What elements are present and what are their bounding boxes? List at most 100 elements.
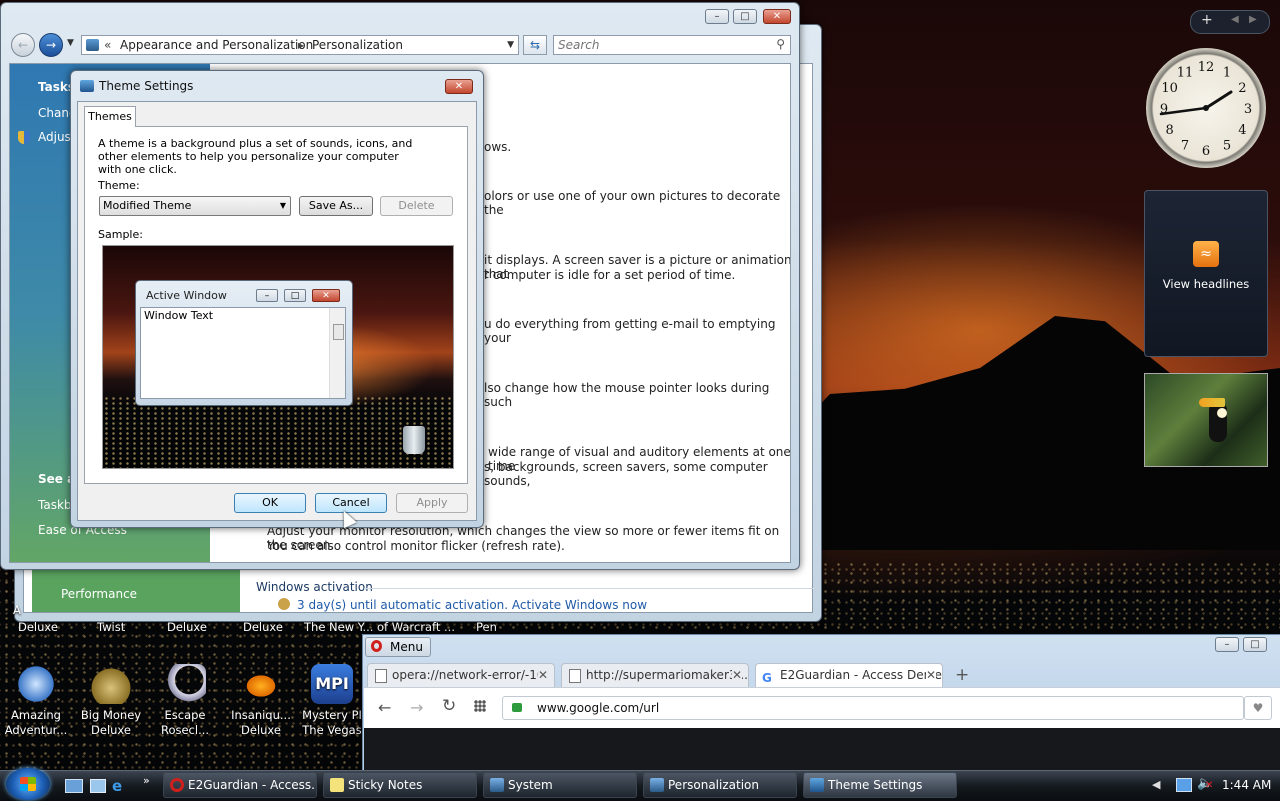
taskbar-button-theme-settings[interactable]: Theme Settings bbox=[803, 772, 957, 798]
apply-button[interactable]: Apply bbox=[396, 493, 468, 513]
breadcrumb-personalization[interactable]: Personalization bbox=[312, 36, 403, 54]
clock-gadget[interactable]: 12 1 2 3 4 5 6 7 8 9 10 11 bbox=[1146, 48, 1266, 168]
tray-expand-icon[interactable]: ◀ bbox=[1152, 778, 1160, 791]
reload-icon[interactable]: ↻ bbox=[442, 696, 456, 716]
desktop-icon-escape-rosecliff[interactable]: Escape Rosecl... bbox=[147, 664, 223, 738]
desktop-icon-label[interactable]: Deluxe bbox=[167, 620, 207, 634]
desktop-icon-big-money[interactable]: Big Money Deluxe bbox=[73, 664, 149, 738]
sample-window-text: Window Text bbox=[144, 309, 214, 322]
desktop-icon-label[interactable]: of Warcraft ... bbox=[377, 620, 455, 634]
network-icon[interactable] bbox=[1176, 778, 1192, 792]
dialog-close-button[interactable]: ✕ bbox=[445, 79, 473, 94]
money-bag-icon bbox=[90, 664, 132, 704]
clock-numeral: 1 bbox=[1223, 66, 1231, 81]
desktop-icon-label[interactable]: A bbox=[13, 603, 21, 617]
control-panel-icon bbox=[86, 39, 99, 51]
taskbar-button-e2guardian[interactable]: E2Guardian - Access... bbox=[163, 772, 317, 798]
slideshow-gadget[interactable] bbox=[1144, 373, 1268, 467]
next-gadgets-icon[interactable]: ▶ bbox=[1249, 14, 1257, 25]
forward-arrow-icon[interactable]: → bbox=[410, 698, 423, 717]
prev-gadgets-icon[interactable]: ◀ bbox=[1231, 14, 1239, 25]
desktop-icon-label[interactable]: Deluxe bbox=[243, 620, 283, 634]
delete-button[interactable]: Delete bbox=[380, 196, 453, 216]
bookmark-button[interactable]: ♥ bbox=[1244, 696, 1272, 720]
desktop-icon-label[interactable]: Deluxe bbox=[18, 620, 58, 634]
url-text: www.google.com/url bbox=[537, 701, 660, 715]
tab-supermariomaker[interactable]: http://supermariomaker3... ✕ bbox=[561, 663, 749, 687]
recent-pages-dropdown-icon[interactable]: ▼ bbox=[67, 38, 74, 48]
opera-menu-button[interactable]: Menu bbox=[365, 637, 431, 657]
feed-headlines-gadget[interactable]: ≈ View headlines bbox=[1144, 190, 1268, 357]
new-tab-icon[interactable]: + bbox=[955, 665, 969, 685]
sidebar-controls: + ◀ ▶ bbox=[1190, 10, 1270, 34]
activation-heading: Windows activation bbox=[256, 580, 373, 594]
maximize-button[interactable]: □ bbox=[733, 9, 757, 24]
desktop-icon-amazing-adventures[interactable]: Amazing Adventur... bbox=[0, 664, 74, 738]
chevron-down-icon: ▼ bbox=[279, 201, 286, 210]
taskbar-button-personalization[interactable]: Personalization bbox=[643, 772, 797, 798]
clock-numeral: 5 bbox=[1223, 138, 1231, 153]
tab-e2guardian[interactable]: G E2Guardian - Access Denie ✕ bbox=[755, 663, 943, 687]
forward-button[interactable]: → bbox=[39, 33, 63, 57]
sidebar-link-performance[interactable]: Performance bbox=[61, 587, 137, 601]
refresh-button[interactable]: ⇆ bbox=[523, 35, 547, 55]
desktop-icon-label[interactable]: The New Y... bbox=[304, 620, 373, 634]
desktop-icon-label[interactable]: Pen bbox=[476, 620, 497, 634]
save-as-button[interactable]: Save As... bbox=[299, 196, 373, 216]
view-headlines-link[interactable]: View headlines bbox=[1145, 277, 1267, 291]
switch-windows-icon[interactable] bbox=[90, 779, 106, 793]
search-box[interactable]: ⚲ bbox=[553, 35, 791, 55]
clock-numeral: 4 bbox=[1238, 123, 1246, 138]
browser-minimize-button[interactable]: – bbox=[1215, 637, 1239, 652]
close-tab-icon[interactable]: ✕ bbox=[731, 664, 742, 686]
add-gadget-icon[interactable]: + bbox=[1201, 12, 1213, 28]
breadcrumb-appearance[interactable]: Appearance and Personalization bbox=[120, 36, 313, 54]
back-arrow-icon[interactable]: ← bbox=[378, 698, 391, 717]
desktop-icon-label[interactable]: Twist bbox=[97, 620, 125, 634]
desktop-icon-insaniquarium[interactable]: Insaniqu... Deluxe bbox=[223, 664, 299, 738]
page-icon bbox=[569, 669, 581, 683]
desktop-icon-line1: Insaniqu... bbox=[231, 708, 291, 722]
address-field[interactable]: www.google.com/url bbox=[502, 696, 1244, 720]
dialog-body: Themes A theme is a background plus a se… bbox=[77, 101, 477, 521]
taskbar-button-label: Personalization bbox=[668, 778, 759, 792]
taskbar-button-label: E2Guardian - Access... bbox=[188, 778, 317, 792]
sample-minimize: – bbox=[256, 289, 278, 302]
address-bar[interactable]: « Appearance and Personalization ▸ Perso… bbox=[81, 35, 519, 55]
theme-settings-icon bbox=[80, 80, 94, 92]
tab-themes[interactable]: Themes bbox=[84, 106, 136, 127]
system-icon bbox=[490, 778, 504, 792]
desktop-icon-line2: Adventur... bbox=[4, 723, 68, 737]
minimize-button[interactable]: – bbox=[705, 9, 729, 24]
close-button[interactable]: ✕ bbox=[763, 9, 791, 24]
refresh-icon: ⇆ bbox=[529, 38, 541, 52]
theme-select[interactable]: Modified Theme ▼ bbox=[99, 196, 291, 216]
windows-logo-icon bbox=[20, 777, 36, 791]
taskbar-button-sticky-notes[interactable]: Sticky Notes bbox=[323, 772, 477, 798]
taskbar-button-system[interactable]: System bbox=[483, 772, 637, 798]
lock-icon bbox=[512, 703, 522, 712]
start-button[interactable] bbox=[6, 768, 50, 800]
close-tab-icon[interactable]: ✕ bbox=[537, 664, 548, 686]
opera-browser-window[interactable]: Menu – □ opera://network-error/-10 ✕ http… bbox=[362, 634, 1280, 772]
quick-launch-overflow-icon[interactable]: » bbox=[143, 774, 150, 787]
sample-label: Sample: bbox=[98, 228, 143, 241]
tab-network-error[interactable]: opera://network-error/-10 ✕ bbox=[367, 663, 555, 687]
theme-settings-dialog[interactable]: Theme Settings ✕ Themes A theme is a bac… bbox=[70, 70, 484, 528]
tab-title: E2Guardian - Access Denie bbox=[780, 668, 942, 682]
browser-maximize-button[interactable]: □ bbox=[1243, 637, 1267, 652]
show-desktop-icon[interactable] bbox=[65, 779, 83, 793]
back-button[interactable]: ← bbox=[11, 33, 35, 57]
close-tab-icon[interactable]: ✕ bbox=[925, 664, 936, 686]
internet-explorer-icon[interactable]: e bbox=[112, 777, 122, 795]
toucan-throat bbox=[1217, 408, 1227, 418]
search-icon[interactable]: ⚲ bbox=[776, 37, 785, 51]
chevron-down-icon[interactable]: ▼ bbox=[507, 36, 514, 54]
clock-time[interactable]: 1:44 AM bbox=[1222, 778, 1271, 792]
search-input[interactable] bbox=[558, 37, 758, 53]
ok-button[interactable]: OK bbox=[234, 493, 306, 513]
desktop-icon-line2: Deluxe bbox=[91, 723, 131, 737]
speed-dial-grid-icon[interactable] bbox=[474, 700, 486, 712]
content-line: You can also control monitor flicker (re… bbox=[267, 539, 565, 553]
desktop-icon-mystery-pi[interactable]: MPI Mystery PI The Vegas bbox=[294, 664, 370, 738]
